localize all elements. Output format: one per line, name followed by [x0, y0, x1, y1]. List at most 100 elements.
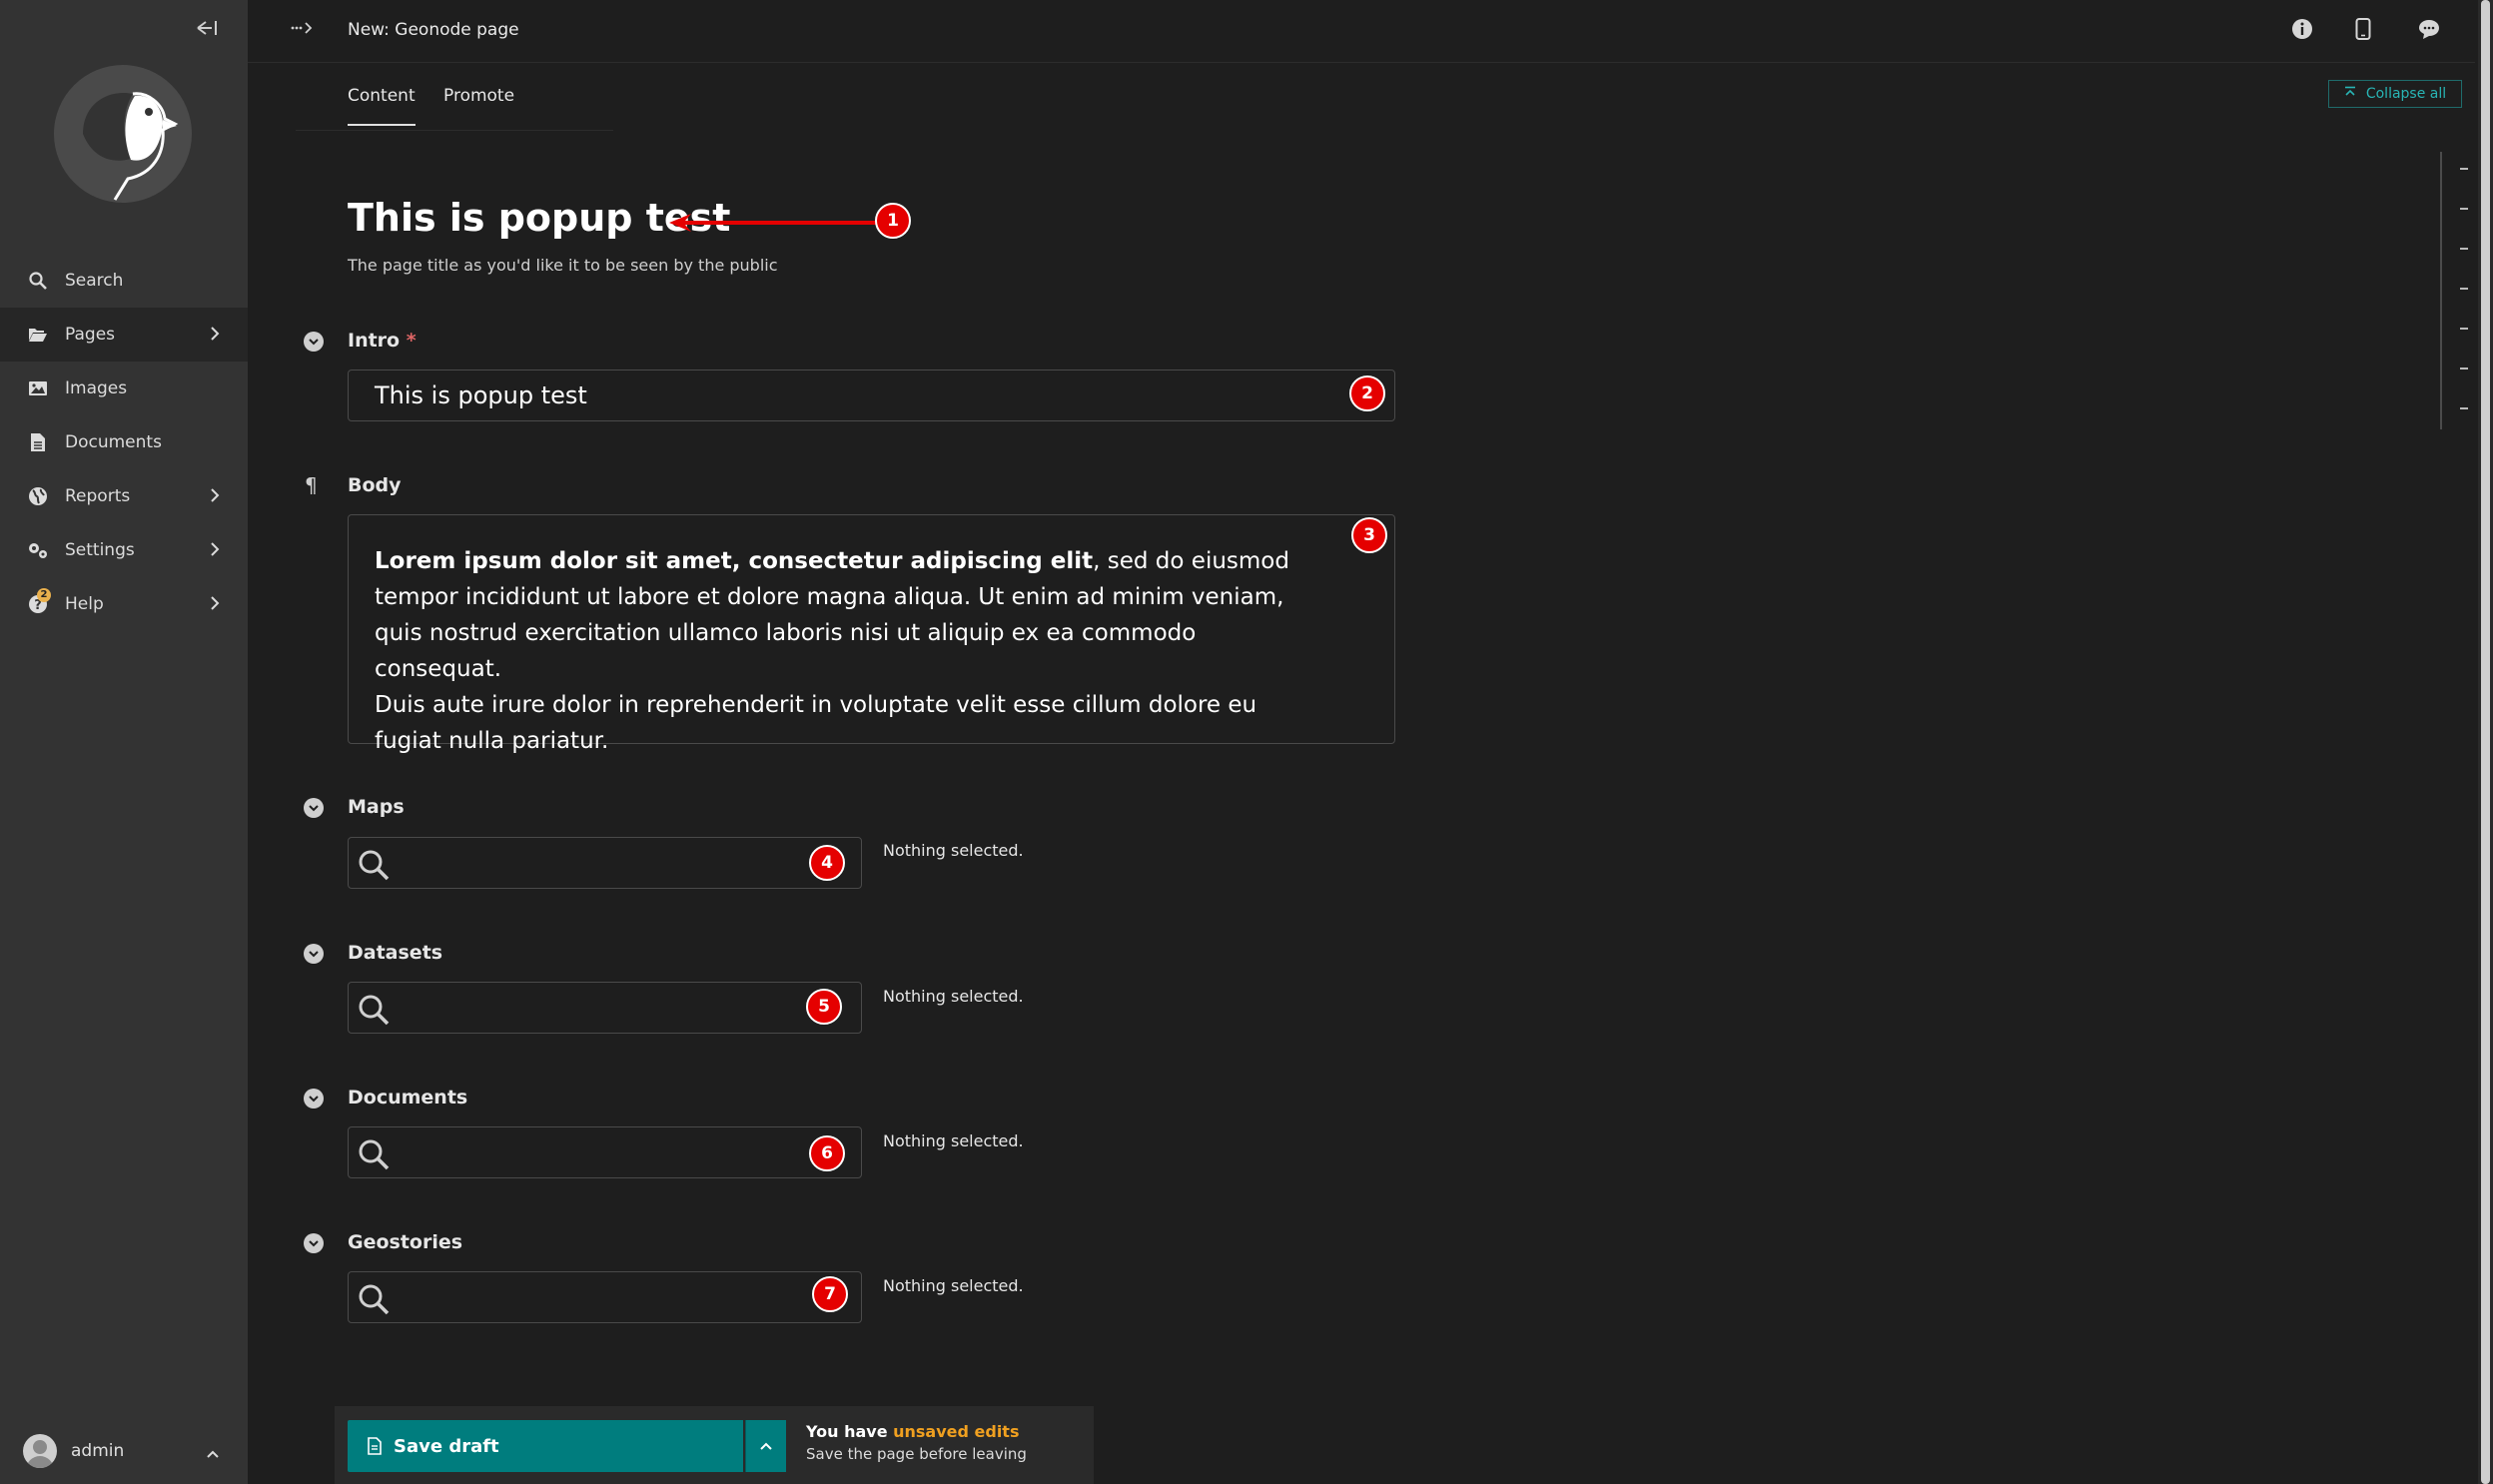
save-draft-label: Save draft — [394, 1435, 499, 1457]
unsaved-highlight: unsaved edits — [893, 1422, 1020, 1441]
sidebar: Search Pages Images Documents Reports Se… — [0, 0, 248, 1484]
title-help-text: The page title as you'd like it to be se… — [348, 256, 778, 275]
annotation-marker: 7 — [812, 1276, 848, 1312]
chevron-up-icon — [206, 1444, 220, 1464]
annotation-marker: 1 — [875, 203, 911, 239]
body-bold-text: Lorem ipsum dolor sit amet, consectetur … — [375, 548, 1094, 574]
collapse-all-label: Collapse all — [2365, 86, 2447, 102]
search-icon — [25, 272, 51, 290]
folder-open-icon — [25, 327, 51, 343]
sidebar-item-documents[interactable]: Documents — [0, 415, 248, 469]
notification-badge: 2 — [37, 588, 51, 602]
annotation-marker: 4 — [809, 845, 845, 881]
documents-selection-status: Nothing selected. — [883, 1131, 1024, 1150]
chevron-right-icon — [210, 595, 220, 616]
annotation-marker: 6 — [809, 1135, 845, 1171]
intro-input[interactable]: This is popup test — [348, 370, 1395, 421]
geostories-label: Geostories — [348, 1231, 463, 1253]
chevron-right-icon — [210, 541, 220, 562]
avatar — [23, 1434, 57, 1468]
page-title-breadcrumb: New: Geonode page — [348, 20, 519, 40]
collapse-all-button[interactable]: Collapse all — [2328, 80, 2462, 108]
chevron-down-icon[interactable] — [304, 1233, 324, 1253]
scrollbar-thumb[interactable] — [2481, 0, 2490, 1484]
sidebar-item-label: Reports — [65, 486, 131, 506]
geostories-search-input[interactable] — [348, 1271, 862, 1323]
header: New: Geonode page — [248, 0, 2475, 63]
tab-content[interactable]: Content — [348, 86, 416, 126]
sidebar-item-label: Images — [65, 378, 128, 398]
annotation-marker: 3 — [1351, 517, 1387, 553]
pilcrow-icon: ¶ — [305, 473, 318, 497]
chevron-down-icon[interactable] — [304, 798, 324, 818]
globe-icon — [25, 486, 51, 506]
document-icon — [25, 432, 51, 452]
info-icon[interactable] — [2291, 18, 2317, 44]
sidebar-item-search[interactable]: Search — [0, 254, 248, 308]
unsaved-subtext: Save the page before leaving — [806, 1445, 1027, 1463]
sidebar-item-settings[interactable]: Settings — [0, 523, 248, 577]
sidebar-item-label: Documents — [65, 432, 162, 452]
comment-icon[interactable] — [2417, 18, 2443, 44]
sidebar-item-images[interactable]: Images — [0, 362, 248, 415]
cogs-icon — [25, 541, 51, 559]
sidebar-item-reports[interactable]: Reports — [0, 469, 248, 523]
wagtail-bird-logo[interactable] — [53, 64, 194, 205]
datasets-label: Datasets — [348, 942, 443, 964]
unsaved-prefix: You have — [806, 1422, 894, 1441]
save-draft-button[interactable]: Save draft — [348, 1420, 743, 1472]
annotation-arrow — [669, 214, 876, 232]
documents-search-input[interactable] — [348, 1126, 862, 1178]
datasets-search-input[interactable] — [348, 982, 862, 1034]
breadcrumb-dots-icon[interactable] — [290, 18, 316, 39]
minimap-marker[interactable] — [2460, 368, 2468, 370]
help-icon: ? 2 — [25, 588, 51, 614]
intro-label: Intro * — [348, 330, 416, 352]
image-icon — [25, 380, 51, 396]
search-icon — [357, 1137, 391, 1171]
required-mark: * — [406, 330, 416, 352]
chevron-up-icon — [759, 1441, 773, 1451]
minimap-marker[interactable] — [2460, 407, 2468, 409]
collapse-sidebar-icon[interactable] — [194, 18, 222, 46]
chevron-down-icon[interactable] — [304, 332, 324, 352]
tab-promote[interactable]: Promote — [443, 86, 514, 124]
annotation-marker: 2 — [1349, 375, 1385, 411]
collapse-icon — [2344, 86, 2356, 102]
unsaved-status: You have unsaved edits — [806, 1422, 1019, 1441]
minimap-marker[interactable] — [2460, 168, 2468, 170]
sidebar-item-label: Help — [65, 594, 104, 614]
body-label: Body — [348, 474, 402, 496]
chevron-right-icon — [210, 487, 220, 508]
mobile-preview-icon[interactable] — [2355, 18, 2381, 44]
geostories-selection-status: Nothing selected. — [883, 1276, 1024, 1295]
search-icon — [357, 993, 391, 1027]
document-icon — [368, 1437, 382, 1455]
tab-bar: Content Promote — [296, 76, 613, 131]
search-icon — [357, 1282, 391, 1316]
sidebar-item-label: Search — [65, 271, 124, 291]
chevron-down-icon[interactable] — [304, 1089, 324, 1109]
minimap[interactable] — [2440, 152, 2468, 429]
intro-label-text: Intro — [348, 330, 401, 352]
sidebar-item-label: Pages — [65, 325, 116, 345]
chevron-down-icon[interactable] — [304, 944, 324, 964]
chevron-right-icon — [210, 326, 220, 347]
sidebar-item-help[interactable]: ? 2 Help — [0, 577, 248, 631]
minimap-marker[interactable] — [2460, 328, 2468, 330]
body-editor[interactable]: Lorem ipsum dolor sit amet, consectetur … — [348, 514, 1395, 754]
body-text-paragraph-2: Duis aute irure dolor in reprehenderit i… — [375, 692, 1257, 754]
user-menu[interactable]: admin — [0, 1424, 248, 1478]
sidebar-item-pages[interactable]: Pages — [0, 308, 248, 362]
maps-search-input[interactable] — [348, 837, 862, 889]
intro-value: This is popup test — [375, 381, 587, 409]
minimap-marker[interactable] — [2460, 248, 2468, 250]
datasets-selection-status: Nothing selected. — [883, 987, 1024, 1006]
user-name: admin — [71, 1441, 125, 1461]
sidebar-item-label: Settings — [65, 540, 135, 560]
documents-label: Documents — [348, 1087, 468, 1109]
annotation-marker: 5 — [806, 989, 842, 1025]
minimap-marker[interactable] — [2460, 208, 2468, 210]
minimap-marker[interactable] — [2460, 288, 2468, 290]
more-actions-button[interactable] — [745, 1420, 786, 1472]
